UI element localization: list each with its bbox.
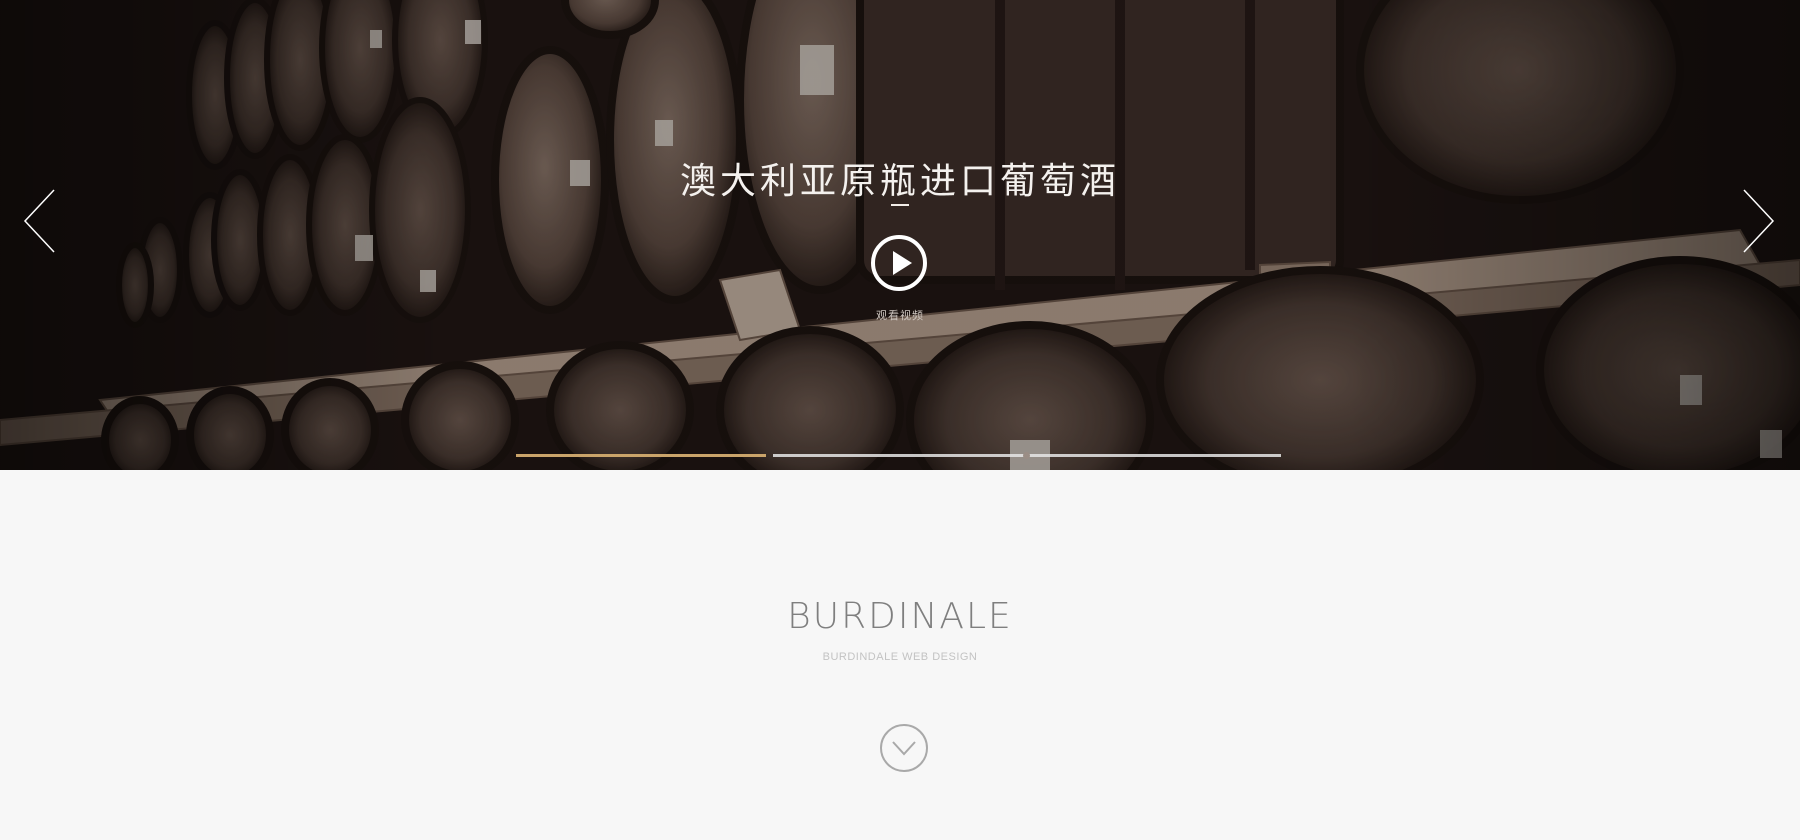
next-slide-button[interactable] [1740, 188, 1776, 254]
brand-subtitle: BURDINDALE WEB DESIGN [822, 651, 978, 663]
watch-video-label[interactable]: 观看视频 [0, 307, 1800, 323]
play-video-button[interactable] [871, 235, 927, 291]
prev-slide-button[interactable] [22, 188, 58, 254]
title-divider [891, 204, 909, 206]
brand-name: BURDINALE [787, 596, 1013, 637]
slide-progress-2[interactable] [773, 452, 1281, 459]
scroll-down-button[interactable] [880, 724, 928, 772]
play-icon [893, 251, 912, 275]
slide-progress-1[interactable] [516, 454, 766, 457]
chevron-left-icon [23, 189, 55, 253]
slide-progress-handle[interactable] [1023, 452, 1030, 459]
chevron-right-icon [1743, 189, 1775, 253]
hero-slider: 澳大利亚原瓶进口葡萄酒 观看视频 [0, 0, 1800, 470]
hero-title: 澳大利亚原瓶进口葡萄酒 [679, 161, 1120, 202]
chevron-down-icon [892, 741, 916, 756]
